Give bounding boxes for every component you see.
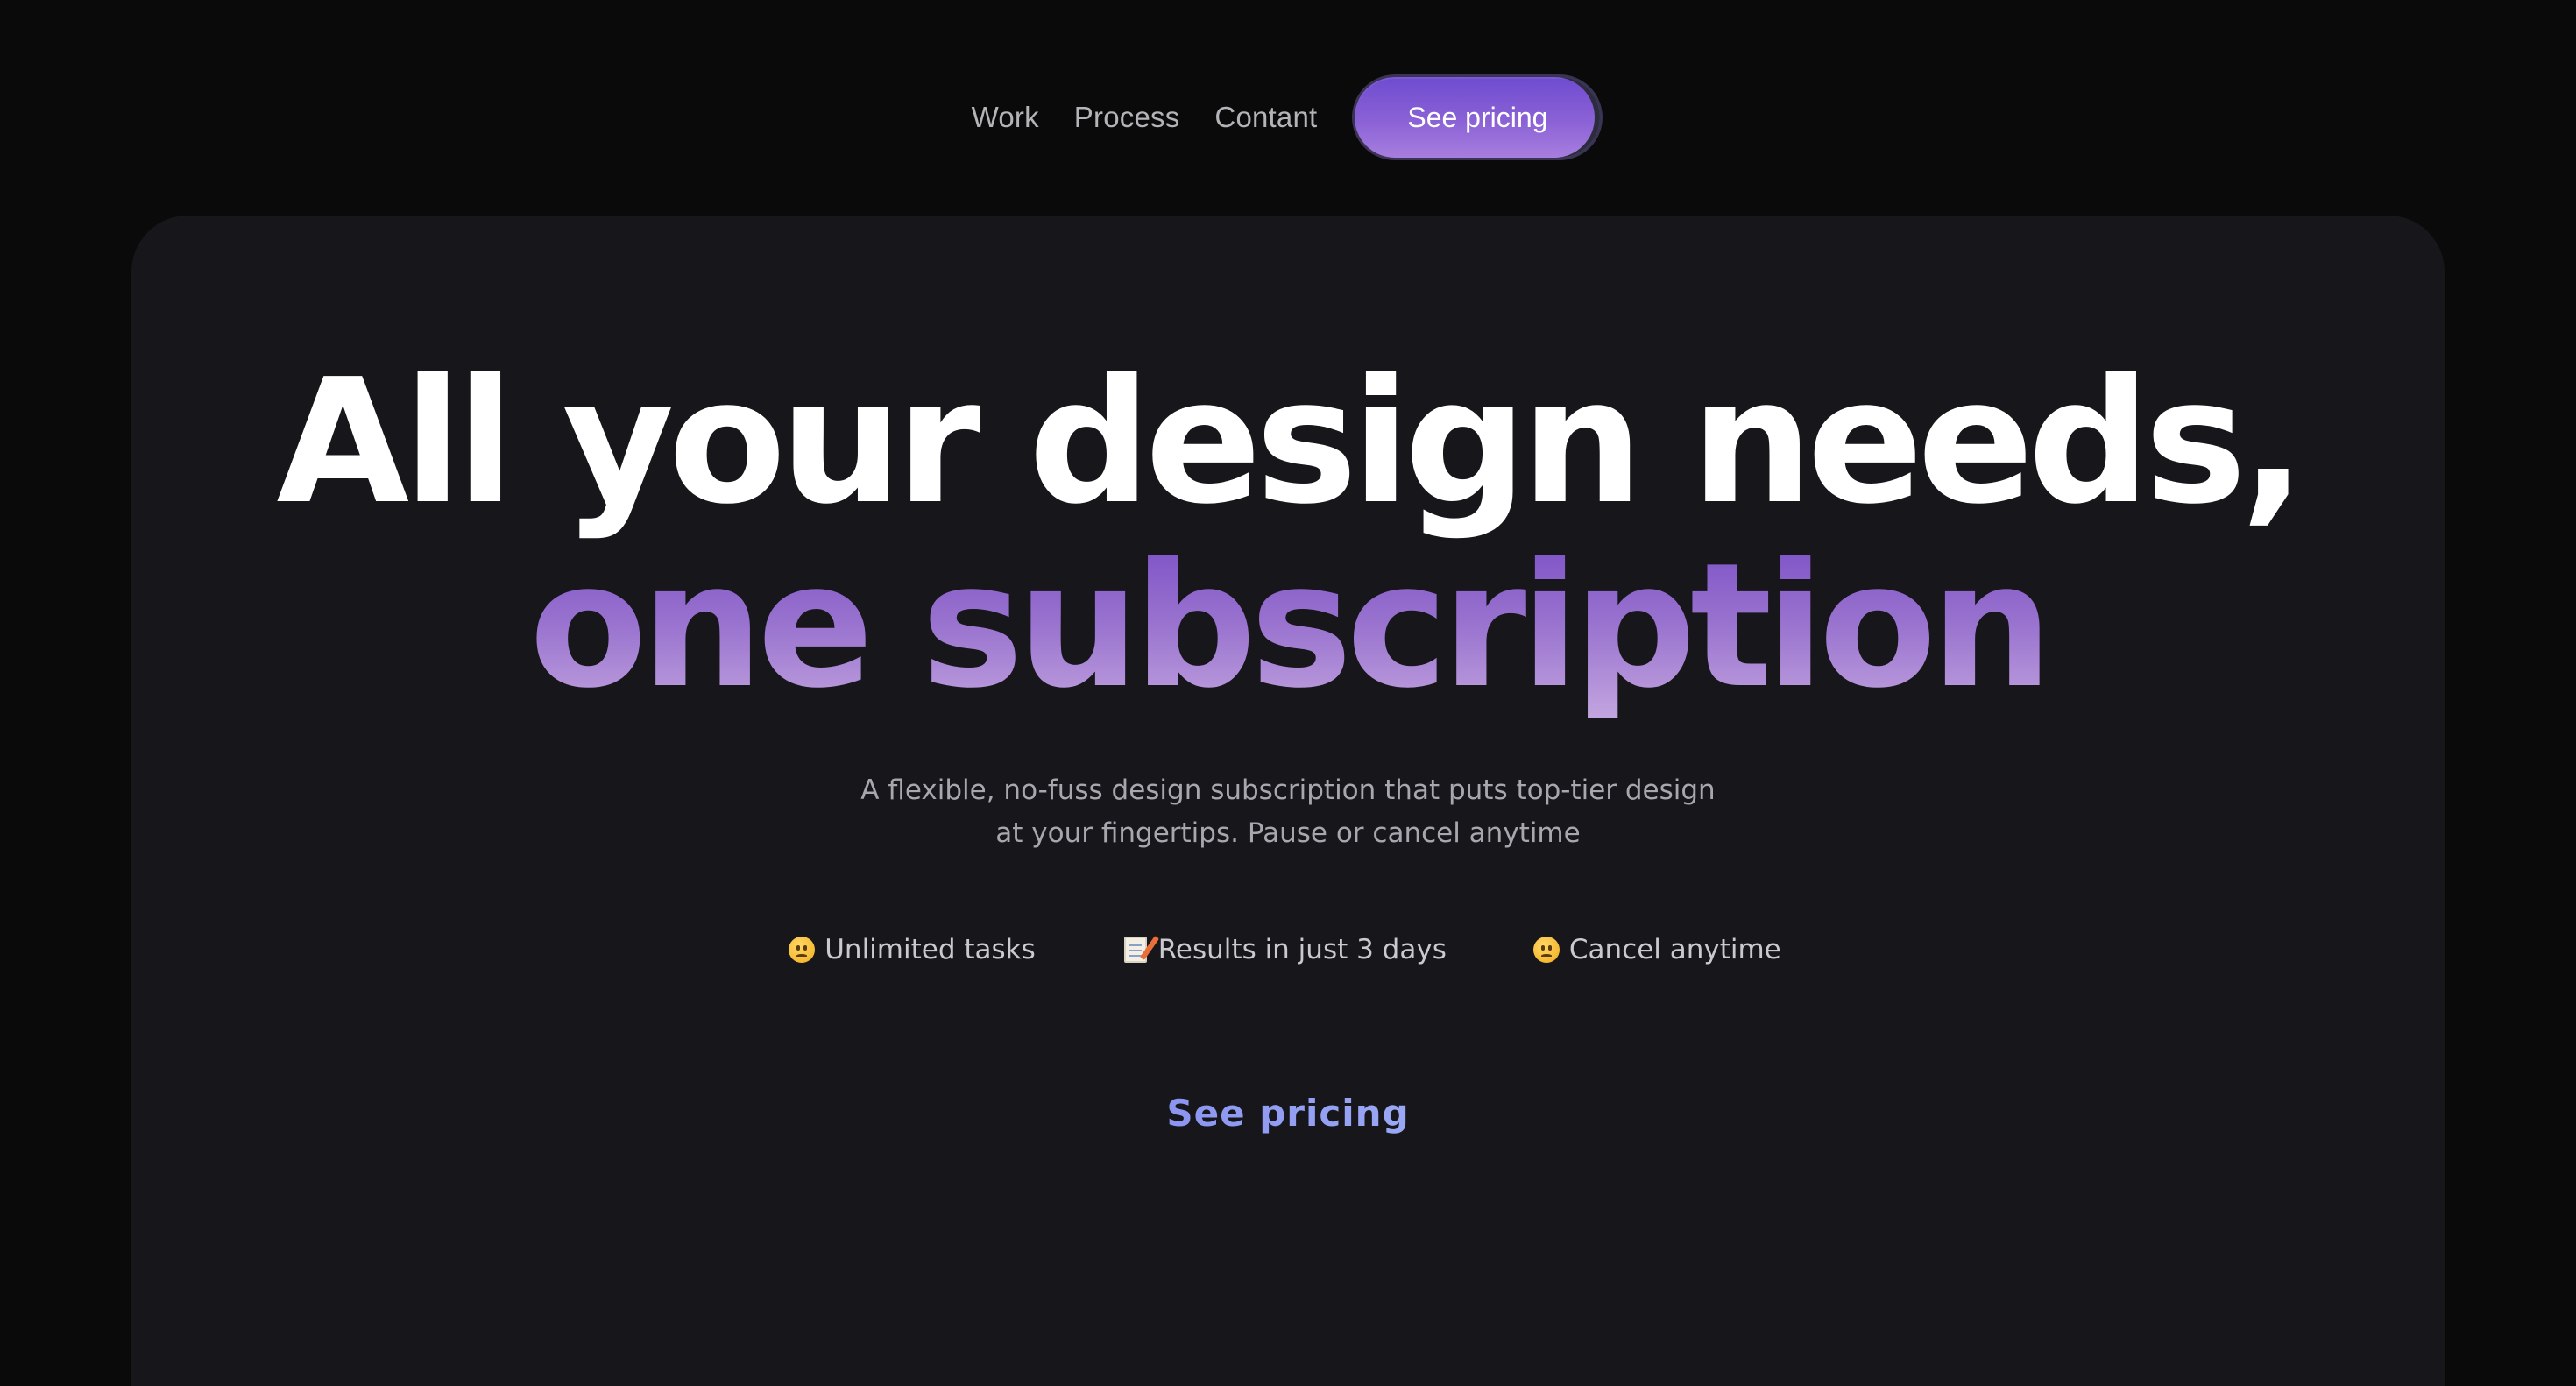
hero-headline: All your design needs, one subscription — [0, 350, 2576, 718]
subtitle-line-2: at your fingertips. Pause or cancel anyt… — [995, 817, 1581, 849]
feature-label: Cancel anytime — [1568, 934, 1781, 965]
see-pricing-link[interactable]: See pricing — [0, 1092, 2576, 1135]
hero-subtitle: A flexible, no-fuss design subscription … — [0, 769, 2576, 855]
see-pricing-link-label: See pricing — [1166, 1092, 1410, 1135]
nav-link-work[interactable]: Work — [972, 101, 1039, 134]
nav-link-process[interactable]: Process — [1074, 101, 1180, 134]
headline-line-2: one subscription — [0, 534, 2576, 718]
feature-list: Unlimited tasks Results in just 3 days C… — [0, 934, 2576, 965]
feature-label: Unlimited tasks — [824, 934, 1036, 965]
worried-face-icon — [788, 936, 816, 964]
memo-icon — [1122, 936, 1150, 964]
feature-label: Results in just 3 days — [1157, 934, 1447, 965]
page: Work Process Contant See pricing All you… — [0, 0, 2576, 1386]
feature-item-cancel-anytime: Cancel anytime — [1532, 934, 1781, 965]
nav-inner: Work Process Contant See pricing — [972, 74, 1603, 160]
top-nav: Work Process Contant See pricing — [0, 74, 2576, 161]
feature-item-results: Results in just 3 days — [1122, 934, 1447, 965]
see-pricing-nav-button[interactable]: See pricing — [1352, 74, 1603, 160]
nav-link-contant[interactable]: Contant — [1214, 101, 1317, 134]
feature-item-unlimited-tasks: Unlimited tasks — [788, 934, 1036, 965]
sad-face-icon — [1532, 936, 1560, 964]
subtitle-line-1: A flexible, no-fuss design subscription … — [860, 774, 1716, 806]
headline-line-1: All your design needs, — [276, 343, 2305, 542]
